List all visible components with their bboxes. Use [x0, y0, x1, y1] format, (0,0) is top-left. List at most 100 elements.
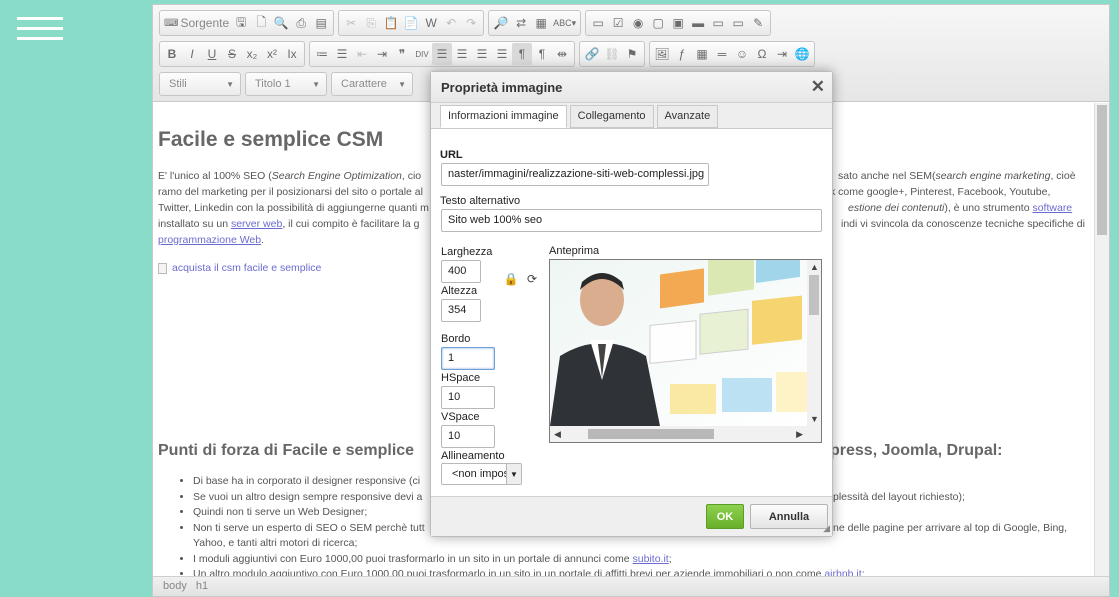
select-all-icon[interactable]: ▦: [531, 12, 551, 34]
unlink-icon[interactable]: ⛓: [602, 43, 622, 65]
align-center-icon[interactable]: ☰: [452, 43, 472, 65]
superscript-icon[interactable]: x²: [262, 43, 282, 65]
hr-icon[interactable]: ═: [712, 43, 732, 65]
cancel-button[interactable]: Annulla: [750, 504, 828, 529]
find-icon[interactable]: 🔎: [491, 12, 511, 34]
iframe-icon[interactable]: 🌐: [792, 43, 812, 65]
redo-icon[interactable]: ↷: [461, 12, 481, 34]
list-item-link[interactable]: subito.it: [633, 553, 669, 565]
format-combo[interactable]: Titolo 1 ▼: [245, 72, 327, 96]
alt-text-field[interactable]: Sito web 100% seo: [441, 209, 822, 232]
bulleted-list-icon[interactable]: ☰: [332, 43, 352, 65]
resize-handle-icon[interactable]: ◢: [823, 523, 830, 534]
close-icon[interactable]: ✕: [811, 77, 825, 97]
new-page-icon[interactable]: 🗋: [251, 12, 271, 34]
rtl-icon[interactable]: ¶: [532, 43, 552, 65]
hiddenfield-icon[interactable]: ✎: [748, 12, 768, 34]
element-path-bar[interactable]: body h1: [153, 576, 1109, 596]
intro-text: Twitter, Linkedin con la possibilità di …: [158, 202, 429, 214]
remove-format-icon[interactable]: Ix: [282, 43, 302, 65]
replace-icon[interactable]: ⇄: [511, 12, 531, 34]
preview-horizontal-scrollbar[interactable]: ◀ ▶: [550, 426, 821, 442]
scrollbar-thumb[interactable]: [1097, 105, 1107, 235]
preview-vertical-scrollbar[interactable]: ▲ ▼: [807, 260, 821, 426]
paste-icon[interactable]: 📋: [381, 12, 401, 34]
indent-icon[interactable]: ⇥: [372, 43, 392, 65]
border-field[interactable]: 1: [441, 347, 495, 370]
div-icon[interactable]: DIV: [412, 43, 432, 65]
subscript-icon[interactable]: x₂: [242, 43, 262, 65]
reset-size-icon[interactable]: ⟳: [525, 272, 539, 286]
ok-button[interactable]: OK: [706, 504, 744, 529]
blockquote-icon[interactable]: ❞: [392, 43, 412, 65]
cut-icon[interactable]: ✂: [341, 12, 361, 34]
link-icon[interactable]: 🔗: [582, 43, 602, 65]
justify-icon[interactable]: ☰: [492, 43, 512, 65]
smiley-icon[interactable]: ☺: [732, 43, 752, 65]
paste-word-icon[interactable]: W: [421, 12, 441, 34]
font-combo[interactable]: Carattere ▼: [331, 72, 413, 96]
server-web-link[interactable]: server web: [231, 218, 282, 230]
page-break-icon[interactable]: ⇥: [772, 43, 792, 65]
software-link[interactable]: software: [1032, 202, 1072, 214]
spellcheck-icon[interactable]: ABC▾: [551, 12, 578, 34]
undo-icon[interactable]: ↶: [441, 12, 461, 34]
italic-icon[interactable]: I: [182, 43, 202, 65]
menu-hamburger-icon[interactable]: [17, 17, 63, 43]
scrollbar-thumb[interactable]: [588, 429, 714, 439]
save-icon[interactable]: 🖫: [231, 12, 251, 34]
chevron-down-icon[interactable]: ▼: [506, 464, 521, 484]
numbered-list-icon[interactable]: ≔: [312, 43, 332, 65]
programmazione-web-link[interactable]: programmazione Web: [158, 234, 261, 246]
paste-text-icon[interactable]: 📄: [401, 12, 421, 34]
templates-icon[interactable]: ▤: [311, 12, 331, 34]
preview-icon[interactable]: 🔍: [271, 12, 291, 34]
copy-icon[interactable]: ⎘: [361, 12, 381, 34]
outdent-icon[interactable]: ⇤: [352, 43, 372, 65]
imagebutton-icon[interactable]: ▭: [728, 12, 748, 34]
button-icon[interactable]: ▭: [708, 12, 728, 34]
form-icon[interactable]: ▭: [588, 12, 608, 34]
underline-icon[interactable]: U: [202, 43, 222, 65]
chevron-down-icon[interactable]: ▼: [810, 414, 819, 424]
textarea-icon[interactable]: ▣: [668, 12, 688, 34]
height-field[interactable]: 354: [441, 299, 481, 322]
scrollbar-thumb[interactable]: [809, 275, 819, 315]
print-icon[interactable]: ⎙: [291, 12, 311, 34]
ltr-icon[interactable]: ¶: [512, 43, 532, 65]
select-icon[interactable]: ▬: [688, 12, 708, 34]
language-icon[interactable]: ⇹: [552, 43, 572, 65]
flash-icon[interactable]: ƒ: [672, 43, 692, 65]
lock-icon[interactable]: 🔒: [504, 272, 519, 286]
height-label: Altezza: [441, 285, 478, 297]
vspace-field[interactable]: 10: [441, 425, 495, 448]
special-char-icon[interactable]: Ω: [752, 43, 772, 65]
chevron-up-icon[interactable]: ▲: [810, 262, 819, 272]
tab-link[interactable]: Collegamento: [569, 105, 654, 128]
strike-icon[interactable]: S: [222, 43, 242, 65]
dialog-title-bar[interactable]: Proprietà immagine ✕: [431, 72, 832, 103]
list-item-text: Se vuoi un altro design sempre responsiv…: [193, 490, 423, 503]
checkbox-icon[interactable]: ☑: [608, 12, 628, 34]
url-field[interactable]: naster/immagini/realizzazione-siti-web-c…: [441, 163, 709, 186]
table-icon[interactable]: ▦: [692, 43, 712, 65]
hamburger-bar: [17, 37, 63, 40]
alignment-select[interactable]: <non impostato> ▼: [441, 463, 522, 485]
bold-icon[interactable]: B: [162, 43, 182, 65]
align-left-icon[interactable]: ☰: [432, 43, 452, 65]
anchor-icon[interactable]: ⚑: [622, 43, 642, 65]
chevron-left-icon[interactable]: ◀: [554, 429, 561, 440]
textfield-icon[interactable]: ▢: [648, 12, 668, 34]
tab-advanced[interactable]: Avanzate: [656, 105, 719, 128]
source-button[interactable]: ⌨ Sorgente: [162, 12, 231, 34]
align-right-icon[interactable]: ☰: [472, 43, 492, 65]
chevron-right-icon[interactable]: ▶: [796, 429, 803, 440]
editor-scrollbar[interactable]: [1094, 103, 1109, 578]
radio-icon[interactable]: ◉: [628, 12, 648, 34]
hspace-field[interactable]: 10: [441, 386, 495, 409]
tab-image-info[interactable]: Informazioni immagine: [440, 105, 567, 128]
width-field[interactable]: 400: [441, 260, 481, 283]
features-heading-right: press, Joomla, Drupal:: [830, 442, 1003, 459]
image-icon[interactable]: 🖼: [652, 43, 672, 65]
styles-combo[interactable]: Stili ▼: [159, 72, 241, 96]
